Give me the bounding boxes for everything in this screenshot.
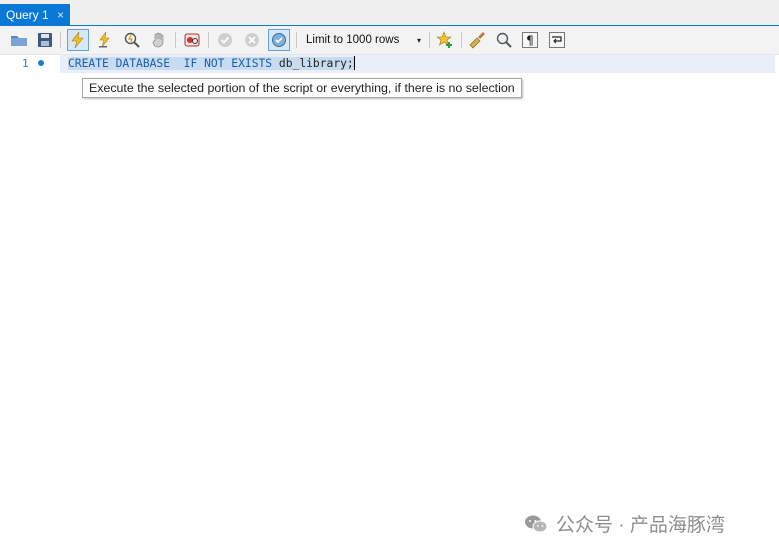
code-line[interactable]: CREATE DATABASE IF NOT EXISTS db_library… bbox=[68, 56, 355, 72]
line-number: 1 bbox=[22, 57, 29, 70]
keyword-not: NOT bbox=[204, 57, 225, 70]
database-name: db_library; bbox=[278, 57, 354, 70]
execute-current-statement-icon[interactable] bbox=[94, 29, 116, 51]
stop-icon[interactable] bbox=[148, 29, 170, 51]
invisible-characters-icon[interactable]: ¶ bbox=[519, 29, 541, 51]
limit-rows-select[interactable]: Limit to 1000 rows ▾ bbox=[301, 31, 425, 50]
tab-label: Query 1 bbox=[6, 8, 49, 22]
word-wrap-icon[interactable] bbox=[546, 29, 568, 51]
toolbar-separator bbox=[429, 32, 430, 48]
find-icon[interactable] bbox=[493, 29, 515, 51]
wechat-icon bbox=[525, 515, 548, 532]
rollback-icon[interactable] bbox=[241, 29, 263, 51]
toolbar-separator bbox=[461, 32, 462, 48]
open-folder-icon[interactable] bbox=[8, 29, 30, 51]
tab-query-1[interactable]: Query 1 × bbox=[0, 4, 70, 26]
close-icon[interactable]: × bbox=[57, 4, 64, 26]
save-icon[interactable] bbox=[34, 29, 56, 51]
keyword-create: CREATE bbox=[68, 57, 109, 70]
toolbar-separator bbox=[60, 32, 61, 48]
toolbar-separator bbox=[208, 32, 209, 48]
toolbar-separator bbox=[296, 32, 297, 48]
autocommit-icon[interactable] bbox=[268, 29, 290, 51]
svg-text:¶: ¶ bbox=[526, 34, 534, 48]
watermark: 公众号 · 产品海豚湾 bbox=[524, 510, 725, 537]
text-caret bbox=[353, 56, 355, 70]
add-snippet-icon[interactable] bbox=[434, 29, 456, 51]
commit-icon[interactable] bbox=[214, 29, 236, 51]
keyword-if: IF bbox=[183, 57, 198, 70]
selected-text: CREATE DATABASE IF NOT EXISTS db_library… bbox=[68, 57, 354, 70]
statement-marker-dot bbox=[38, 60, 44, 66]
toolbar: Limit to 1000 rows ▾ ¶ bbox=[0, 26, 779, 55]
keyword-exists: EXISTS bbox=[231, 57, 273, 70]
limit-rows-label: Limit to 1000 rows bbox=[306, 34, 400, 46]
toggle-stop-on-error-icon[interactable] bbox=[181, 29, 203, 51]
beautify-icon[interactable] bbox=[466, 29, 488, 51]
chevron-down-icon: ▾ bbox=[416, 36, 421, 45]
watermark-text: 公众号 · 产品海豚湾 bbox=[556, 515, 725, 536]
execute-lightning-icon[interactable] bbox=[67, 29, 89, 51]
keyword-database: DATABASE bbox=[115, 57, 171, 70]
execute-tooltip: Execute the selected portion of the scri… bbox=[82, 78, 522, 98]
explain-magnifier-icon[interactable] bbox=[121, 29, 143, 51]
sql-editor[interactable]: 1 CREATE DATABASE IF NOT EXISTS db_libra… bbox=[0, 55, 779, 552]
toolbar-separator bbox=[175, 32, 176, 48]
tab-bar: Query 1 × bbox=[0, 0, 779, 26]
